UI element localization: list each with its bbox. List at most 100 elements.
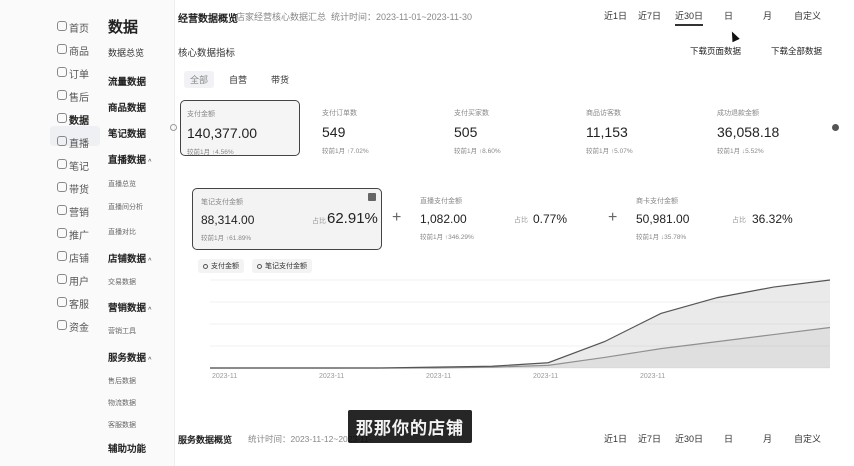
range-tab[interactable]: 自定义 [794, 432, 821, 445]
sidebar-item-0[interactable]: 首页 [69, 20, 89, 35]
breakdown-label: 笔记支付金额 [201, 199, 243, 206]
metric-label: 支付买家数 [454, 110, 489, 117]
sidebar-item-12[interactable]: 客服 [69, 296, 89, 311]
sidebar-item-7[interactable]: 带货 [69, 181, 89, 196]
plus-icon: + [392, 209, 402, 226]
share-value: 0.77% [533, 212, 568, 226]
metric-card[interactable]: 支付订单数 549 较前1月 ↑7.02% [322, 100, 442, 156]
secondary-nav-item[interactable]: 笔记数据 [108, 126, 146, 140]
secondary-nav-label: 数据总览 [108, 48, 145, 58]
page-subtitle: 店家经营核心数据汇总 统计时间：2023-11-01~2023-11-30 [236, 12, 473, 22]
range-tab[interactable]: 近1日 [604, 432, 627, 445]
secondary-nav-label: 直播数据 [108, 155, 147, 166]
expand-icon[interactable] [368, 193, 376, 201]
tab-2[interactable]: 带货 [271, 73, 289, 86]
range-tab[interactable]: 近7日 [638, 9, 661, 22]
funds-icon [57, 320, 67, 330]
secondary-nav-item[interactable]: 服务数据 ^ [108, 350, 152, 364]
metric-card[interactable]: 商品访客数 11,153 较前1月 ↑5.07% [586, 100, 706, 156]
breakdown-compare: 较前1月 ↑346.29% [420, 234, 474, 241]
secondary-nav-label: 客服数据 [108, 422, 136, 429]
secondary-nav-item[interactable]: 售后数据 [108, 376, 136, 386]
promote-icon [57, 228, 67, 238]
secondary-sidebar: 数据 数据总览 流量数据 商品数据 笔记数据 直播数据 ^ 直播总览 直播间分析 直播对比 店铺数… [100, 0, 175, 466]
secondary-nav-label: 店铺数据 [108, 254, 147, 265]
secondary-nav-item[interactable]: 直播数据 ^ [108, 152, 152, 166]
marketing-icon [57, 205, 67, 215]
top-bar: 经营数据概览 店家经营核心数据汇总 统计时间：2023-11-01~2023-1… [178, 0, 854, 30]
metric-compare: 较前1月 ↓5.52% [717, 148, 764, 155]
secondary-nav-item[interactable]: 营销工具 [108, 326, 136, 336]
breakdown-label: 直播支付金额 [420, 198, 462, 205]
metric-label: 支付订单数 [322, 110, 357, 117]
trend-chart [210, 279, 831, 369]
order-icon [57, 67, 67, 77]
share-label: 占比 [514, 217, 528, 224]
secondary-nav-item[interactable]: 辅助功能 [108, 441, 146, 455]
secondary-nav-item[interactable]: 直播总览 [108, 179, 136, 189]
secondary-nav-label: 辅助功能 [108, 444, 147, 455]
metric-compare: 较前1月 ↑8.60% [454, 148, 501, 155]
x-tick-label: 2023-11 [533, 373, 559, 380]
range-tab[interactable]: 近1日 [604, 9, 627, 22]
secondary-nav-item[interactable]: 店铺数据 ^ [108, 251, 152, 265]
service-overview-title: 服务数据概览 [178, 435, 233, 445]
sidebar-item-9[interactable]: 推广 [69, 227, 89, 242]
x-tick-label: 2023-11 [640, 373, 666, 380]
scroll-left-icon[interactable] [170, 124, 177, 131]
share-label: 占比 [732, 217, 746, 224]
sidebar-item-13[interactable]: 资金 [69, 319, 89, 334]
range-tab[interactable]: 近30日 [675, 432, 703, 445]
share-value: 62.91% [327, 210, 378, 227]
metric-label: 商品访客数 [586, 110, 621, 117]
secondary-nav-item[interactable]: 交易数据 [108, 277, 136, 287]
range-tab[interactable]: 自定义 [794, 9, 821, 22]
share-value: 36.32% [752, 212, 793, 226]
secondary-nav-item[interactable]: 营销数据 ^ [108, 300, 152, 314]
sidebar-item-4[interactable]: 数据 [69, 112, 89, 127]
chevron-up-icon: ^ [148, 258, 152, 264]
sidebar-item-3[interactable]: 售后 [69, 89, 89, 104]
sidebar-item-5[interactable]: 直播 [69, 135, 89, 150]
download-page-data-button[interactable]: 下载页面数据 [690, 45, 741, 57]
range-tab[interactable]: 月 [763, 432, 772, 445]
plus-icon: + [608, 209, 618, 226]
secondary-nav-item[interactable]: 流量数据 [108, 74, 146, 88]
sidebar-item-2[interactable]: 订单 [69, 66, 89, 81]
secondary-nav-item[interactable]: 物流数据 [108, 398, 136, 408]
secondary-nav-item[interactable]: 直播对比 [108, 227, 136, 237]
legend-dot-icon [203, 263, 208, 269]
secondary-nav-label: 营销工具 [108, 328, 136, 335]
secondary-nav-label: 笔记数据 [108, 129, 147, 140]
range-tab[interactable]: 月 [763, 9, 772, 22]
range-tab[interactable]: 近30日 [675, 9, 704, 26]
sidebar-item-11[interactable]: 用户 [69, 273, 89, 288]
secondary-nav-label: 直播间分析 [108, 204, 143, 211]
secondary-nav-label: 交易数据 [108, 279, 136, 286]
range-tab[interactable]: 近7日 [638, 432, 661, 445]
download-all-data-button[interactable]: 下载全部数据 [771, 45, 822, 57]
metric-card[interactable]: 支付金额 140,377.00 较前1月 ↑4.56% [180, 100, 300, 156]
tab-1[interactable]: 自营 [229, 73, 247, 86]
secondary-nav-item[interactable]: 客服数据 [108, 420, 136, 430]
secondary-nav-label: 商品数据 [108, 103, 147, 114]
metric-card[interactable]: 支付买家数 505 较前1月 ↑8.60% [454, 100, 574, 156]
metric-card[interactable]: 成功退款金额 36,058.18 较前1月 ↓5.52% [717, 100, 837, 156]
user-icon [57, 274, 67, 284]
note-icon [57, 159, 67, 169]
metric-value: 11,153 [586, 124, 628, 140]
live-icon [57, 136, 67, 146]
sidebar-item-1[interactable]: 商品 [69, 43, 89, 58]
share-label: 占比 [312, 218, 326, 225]
sidebar-item-10[interactable]: 店铺 [69, 250, 89, 265]
metric-compare: 较前1月 ↑4.56% [187, 149, 234, 156]
secondary-nav-item[interactable]: 直播间分析 [108, 202, 143, 212]
sidebar-item-8[interactable]: 营销 [69, 204, 89, 219]
range-tab[interactable]: 日 [724, 9, 733, 22]
tab-0[interactable]: 全部 [184, 71, 215, 88]
service-icon [57, 297, 67, 307]
range-tab[interactable]: 日 [724, 432, 733, 445]
secondary-nav-item[interactable]: 商品数据 [108, 100, 146, 114]
secondary-nav-item[interactable]: 数据总览 [108, 46, 144, 59]
sidebar-item-6[interactable]: 笔记 [69, 158, 89, 173]
